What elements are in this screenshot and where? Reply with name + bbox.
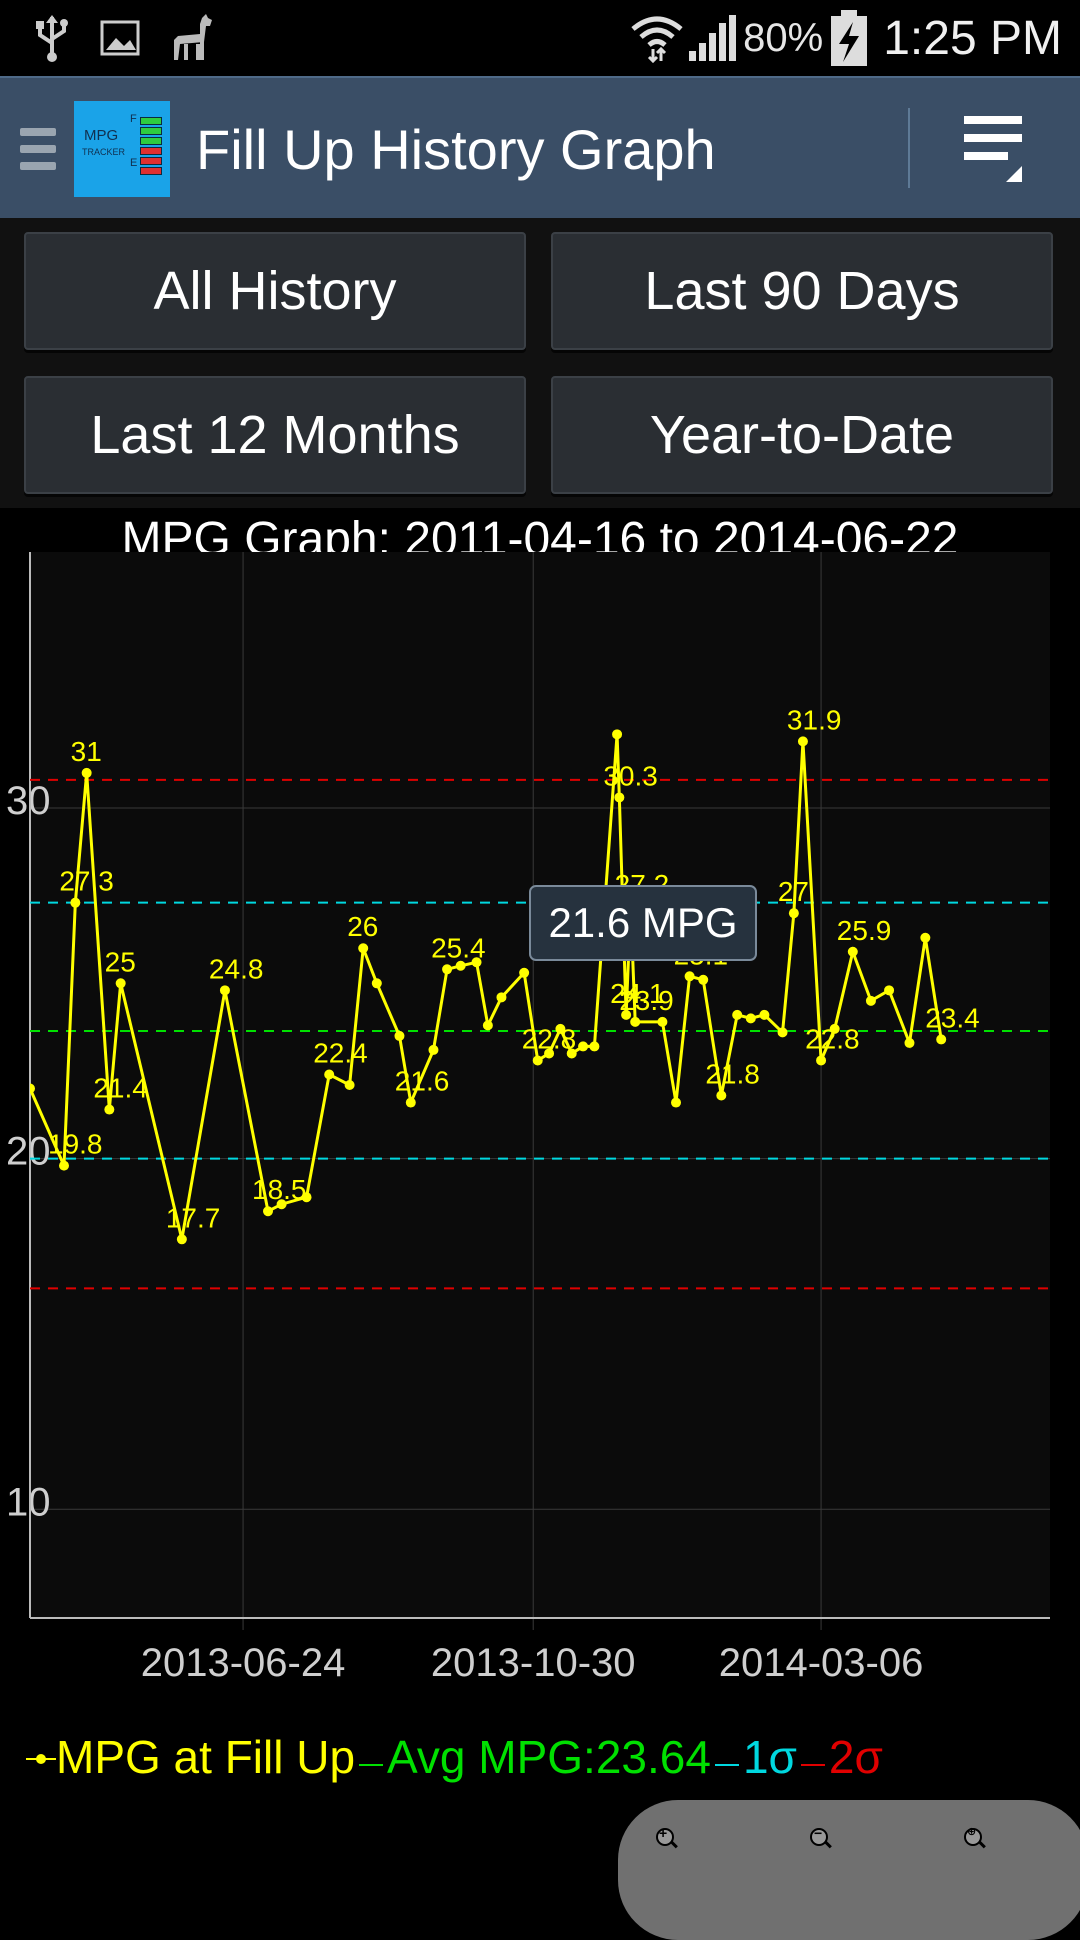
data-point[interactable] (482, 1020, 493, 1031)
zoom-controls: + − ⊕ (618, 1800, 1080, 1940)
zoom-in-icon[interactable]: + (656, 1825, 680, 1852)
legend-sigma2-marker (800, 1764, 825, 1766)
data-point[interactable] (732, 1009, 743, 1020)
data-label: 27.3 (59, 866, 113, 897)
data-point[interactable] (532, 1055, 543, 1066)
point-tooltip: 21.6 MPG (529, 885, 757, 961)
data-point[interactable] (904, 1037, 915, 1048)
data-point[interactable] (657, 1016, 668, 1027)
data-label: 24.8 (209, 953, 264, 984)
data-point[interactable] (578, 1041, 589, 1052)
data-point[interactable] (442, 964, 453, 975)
legend-series-marker (26, 1754, 56, 1764)
data-label: 21.8 (705, 1059, 760, 1090)
data-label: 25.9 (837, 915, 892, 946)
data-point[interactable] (936, 1034, 947, 1045)
data-label: 25.4 (431, 932, 486, 963)
data-point[interactable] (884, 985, 895, 996)
tooltip-text: 21.6 MPG (548, 899, 737, 946)
legend-sigma1-label: 1σ (742, 1731, 797, 1783)
data-point[interactable] (324, 1069, 335, 1080)
data-label: 18.5 (252, 1174, 307, 1205)
data-point[interactable] (589, 1041, 600, 1052)
data-point[interactable] (671, 1097, 681, 1108)
data-point[interactable] (519, 967, 530, 978)
data-point[interactable] (777, 1027, 788, 1038)
data-point[interactable] (788, 908, 799, 919)
data-point[interactable] (81, 767, 92, 778)
data-point[interactable] (816, 1055, 827, 1066)
data-point[interactable] (745, 1013, 756, 1024)
y-tick-label: 30 (6, 779, 51, 823)
chart-legend: MPG at Fill Up Avg MPG:23.64 1σ 2σ (26, 1730, 883, 1784)
data-point[interactable] (847, 946, 858, 957)
zoom-reset-icon[interactable]: ⊕ (964, 1826, 988, 1852)
data-point[interactable] (219, 985, 230, 996)
data-point[interactable] (263, 1206, 273, 1217)
data-label: 31.9 (787, 704, 842, 735)
legend-avg-label: Avg MPG:23.64 (387, 1731, 711, 1783)
data-label: 23.4 (925, 1002, 980, 1033)
data-point[interactable] (496, 992, 507, 1003)
data-label: 19.8 (48, 1129, 103, 1160)
x-tick-label: 2013-06-24 (141, 1641, 346, 1685)
data-point[interactable] (25, 1083, 35, 1094)
data-point[interactable] (797, 736, 808, 747)
data-point[interactable] (344, 1080, 355, 1090)
y-tick-label: 20 (6, 1130, 51, 1174)
data-point[interactable] (759, 1009, 770, 1020)
legend-series-label: MPG at Fill Up (56, 1731, 356, 1783)
data-label: 22.8 (522, 1023, 577, 1054)
data-point[interactable] (405, 1097, 416, 1108)
data-label: 27 (778, 876, 809, 907)
data-label: 23.9 (619, 985, 674, 1016)
data-point[interactable] (59, 1160, 69, 1171)
data-point[interactable] (176, 1234, 187, 1245)
x-tick-label: 2014-03-06 (719, 1641, 924, 1685)
data-point[interactable] (698, 974, 709, 985)
data-point[interactable] (865, 995, 876, 1006)
x-tick-label: 2013-10-30 (431, 1641, 636, 1685)
data-label: 25 (105, 946, 136, 977)
legend-sigma1-marker (714, 1764, 739, 1766)
data-point[interactable] (358, 943, 369, 954)
data-point[interactable] (371, 978, 382, 989)
y-tick-label: 10 (6, 1480, 51, 1524)
data-point[interactable] (428, 1044, 439, 1055)
legend-avg-marker (359, 1764, 384, 1766)
data-point[interactable] (920, 932, 931, 943)
data-point[interactable] (612, 729, 623, 740)
data-label: 26 (347, 911, 378, 942)
zoom-out-icon[interactable]: − (810, 1825, 834, 1852)
data-label: 22.8 (805, 1023, 860, 1054)
data-point[interactable] (394, 1030, 405, 1041)
data-point[interactable] (115, 978, 126, 989)
data-label: 31 (71, 736, 102, 767)
data-point[interactable] (716, 1090, 727, 1101)
mpg-chart[interactable]: 10 20 30 2013-06-24 2013-10-30 2014-03-06 19.8… (0, 0, 1080, 1720)
data-point[interactable] (684, 971, 695, 982)
legend-sigma2-label: 2σ (828, 1731, 883, 1783)
data-point[interactable] (104, 1104, 115, 1115)
data-label: 21.6 (395, 1066, 450, 1097)
data-point[interactable] (614, 792, 625, 803)
data-label: 22.4 (313, 1037, 368, 1068)
data-label: 30.3 (603, 760, 658, 791)
data-point[interactable] (630, 1016, 641, 1027)
data-label: 17.7 (166, 1202, 221, 1233)
data-label: 21.4 (93, 1073, 148, 1104)
data-point[interactable] (70, 897, 81, 908)
plot-area (30, 552, 1050, 1618)
